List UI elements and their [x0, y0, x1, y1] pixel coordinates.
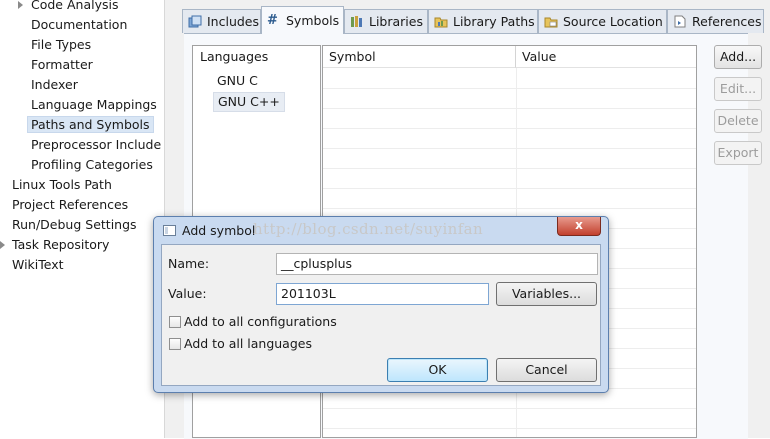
- libraries-icon: [351, 16, 362, 27]
- cancel-button[interactable]: Cancel: [496, 358, 597, 382]
- property-tree: Code Analysis Documentation File Types F…: [0, 0, 164, 438]
- tree-item-task-repository[interactable]: Task Repository: [12, 235, 109, 255]
- tree-item-preprocessor-include[interactable]: Preprocessor Include: [31, 135, 161, 155]
- tab-library-paths[interactable]: Library Paths: [428, 9, 538, 33]
- ok-button[interactable]: OK: [387, 358, 488, 382]
- tree-item-file-types[interactable]: File Types: [31, 35, 91, 55]
- languages-header: Languages: [200, 49, 269, 64]
- table-grid-line: [323, 188, 696, 189]
- column-header-value[interactable]: Value: [516, 46, 696, 68]
- table-grid-line: [323, 208, 696, 209]
- tab-includes-label: Includes: [207, 14, 260, 29]
- table-grid-line: [323, 148, 696, 149]
- all-languages-label[interactable]: Add to all languages: [184, 335, 312, 353]
- close-icon: x: [575, 218, 583, 232]
- includes-icon: [188, 15, 202, 28]
- table-grid-line: [323, 108, 696, 109]
- expand-arrow-icon[interactable]: [0, 241, 5, 249]
- language-item-gnu-c[interactable]: GNU C: [213, 72, 262, 90]
- close-button[interactable]: x: [557, 217, 601, 236]
- dialog-body: Name: __cplusplus Value: 201103L Variabl…: [161, 244, 601, 386]
- tree-item-linux-tools-path[interactable]: Linux Tools Path: [12, 175, 112, 195]
- tab-symbols[interactable]: # Symbols: [261, 6, 344, 34]
- tab-libraries-label: Libraries: [369, 14, 423, 29]
- table-grid-line: [323, 168, 696, 169]
- add-button[interactable]: Add...: [714, 45, 762, 69]
- watermark-text: http://blog.csdn.net/suyinfan: [253, 220, 484, 238]
- tree-item-run-debug-settings[interactable]: Run/Debug Settings: [12, 215, 137, 235]
- all-languages-checkbox[interactable]: [169, 338, 181, 350]
- all-configurations-label[interactable]: Add to all configurations: [184, 313, 337, 331]
- table-grid-line: [323, 88, 696, 89]
- source-location-icon: [544, 17, 558, 28]
- value-field[interactable]: 201103L: [276, 283, 489, 305]
- table-grid-line: [323, 128, 696, 129]
- tab-symbols-label: Symbols: [286, 13, 340, 28]
- tab-libraries[interactable]: Libraries: [344, 9, 428, 33]
- table-grid-line: [323, 428, 696, 429]
- tree-item-code-analysis[interactable]: Code Analysis: [31, 0, 118, 15]
- tree-item-documentation[interactable]: Documentation: [31, 15, 127, 35]
- references-icon: [674, 15, 686, 28]
- tree-item-project-references[interactable]: Project References: [12, 195, 128, 215]
- dialog-title: Add symbol: [182, 223, 256, 238]
- delete-button[interactable]: Delete: [714, 109, 762, 133]
- edit-button[interactable]: Edit...: [714, 77, 762, 101]
- add-symbol-dialog: Add symbol x Name: __cplusplus Value: 20…: [153, 216, 609, 393]
- table-grid-line: [323, 408, 696, 409]
- tree-item-indexer[interactable]: Indexer: [31, 75, 78, 95]
- tab-references[interactable]: References: [667, 9, 764, 33]
- tab-library-paths-label: Library Paths: [453, 14, 535, 29]
- tab-references-label: References: [692, 14, 762, 29]
- export-button[interactable]: Export: [714, 141, 762, 165]
- tree-item-formatter[interactable]: Formatter: [31, 55, 93, 75]
- tree-item-language-mappings[interactable]: Language Mappings: [31, 95, 157, 115]
- tree-item-wikitext[interactable]: WikiText: [12, 255, 64, 275]
- all-configurations-checkbox[interactable]: [169, 316, 181, 328]
- tab-includes[interactable]: Includes: [182, 9, 261, 33]
- library-paths-icon: [434, 17, 448, 28]
- name-label: Name:: [168, 256, 210, 271]
- column-header-symbol[interactable]: Symbol: [323, 46, 516, 68]
- hash-icon: #: [267, 13, 278, 28]
- expand-arrow-icon[interactable]: [18, 1, 23, 9]
- variables-button[interactable]: Variables...: [496, 282, 597, 306]
- tab-source-location[interactable]: Source Location: [538, 9, 667, 33]
- tree-item-profiling-categories[interactable]: Profiling Categories: [31, 155, 153, 175]
- language-item-gnu-cpp[interactable]: GNU C++: [213, 92, 285, 112]
- window-icon: [163, 225, 176, 236]
- value-label: Value:: [168, 286, 207, 301]
- tree-item-paths-and-symbols[interactable]: Paths and Symbols: [27, 115, 154, 135]
- name-field[interactable]: __cplusplus: [276, 253, 598, 275]
- tab-source-location-label: Source Location: [563, 14, 663, 29]
